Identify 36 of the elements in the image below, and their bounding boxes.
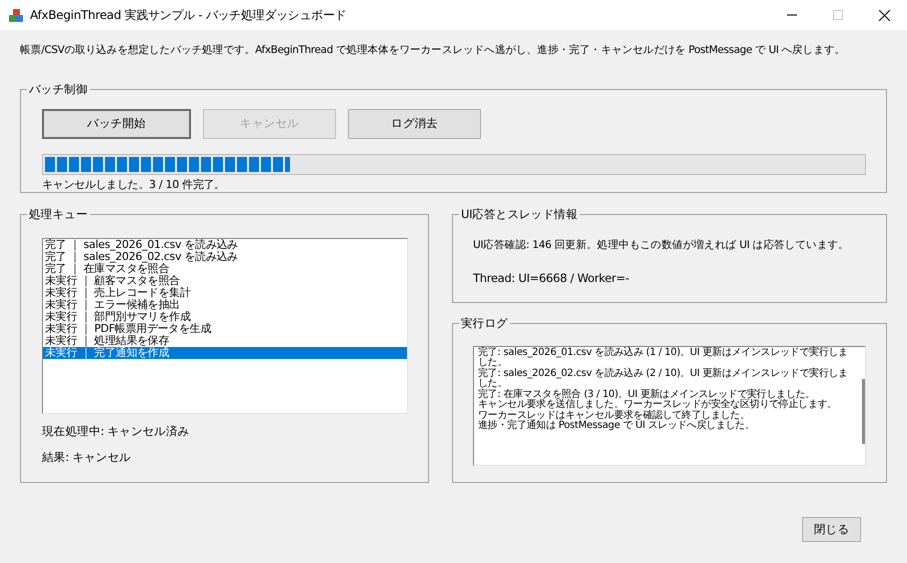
group-title: 実行ログ	[459, 316, 510, 330]
thread-text: Thread: UI=6668 / Worker=-	[473, 270, 630, 286]
close-icon	[878, 10, 890, 20]
result-label: 結果: キャンセル	[42, 449, 131, 466]
queue-item[interactable]: 未実行 ｜ 顧客マスタを照合	[43, 274, 407, 287]
log-textbox[interactable]	[473, 346, 866, 466]
queue-item[interactable]: 完了 ｜ 在庫マスタを照合	[43, 262, 407, 275]
queue-item[interactable]: 完了 ｜ sales_2026_01.csv を読み込み	[43, 238, 407, 251]
log-line: キャンセル要求を送信しました。ワーカースレッドが安全な区切りで停止します。	[478, 400, 838, 410]
description-text: 帳票/CSVの取り込みを想定したバッチ処理です。AfxBeginThread で処理本体をワーカースレッドへ逃がし、進捗・完了・キャンセルだけを PostMessage で UI へ戻します。	[20, 43, 846, 58]
log-line: ワーカースレッドはキャンセル要求を確認して終了しました。	[478, 410, 751, 421]
status-text: キャンセルしました。3 / 10 件完了。	[42, 176, 225, 193]
queue-item[interactable]: 未実行 ｜ 完了通知を作成	[43, 346, 407, 359]
scrollbar[interactable]	[862, 378, 865, 444]
group-title: 処理キュー	[27, 206, 90, 221]
action-button[interactable]: バッチ開始	[42, 108, 191, 139]
queue-item[interactable]: 未実行 ｜ 部門別サマリを作成	[43, 310, 407, 323]
group-title: バッチ制御	[27, 82, 90, 96]
queue-item[interactable]: 未実行 ｜ エラー候補を抽出	[43, 298, 407, 311]
queue-item[interactable]: 完了 ｜ sales_2026_02.csv を読み込み	[43, 250, 407, 263]
action-button[interactable]: ログ消去	[348, 108, 481, 139]
queue-item[interactable]: 未実行 ｜ PDF帳票用データを生成	[43, 322, 407, 335]
log-line: 進捗・完了通知は PostMessage で UI スレッドへ戻しました。	[478, 421, 756, 432]
window-title: AfxBeginThread 実践サンプル - バッチ処理ダッシュボード	[30, 7, 348, 24]
log-line: 完了: sales_2026_01.csv を読み込み (1 / 10)。UI 更新はメインスレッドで実行しました。	[478, 348, 848, 368]
log-line: 完了: sales_2026_02.csv を読み込み (2 / 10)。UI 更新はメインスレッドで実行しました。	[478, 368, 848, 390]
app-icon	[8, 8, 24, 24]
maximize-icon	[833, 10, 843, 20]
response-text: UI応答確認: 146 回更新。処理中もこの数値が増えれば UI は応答しています。	[473, 238, 849, 253]
log-line: 完了: 在庫マスタを照合 (3 / 10)。UI 更新はメインスレッドで実行しました。	[478, 390, 815, 400]
close-dialog-button[interactable]: 閉じる	[802, 517, 861, 542]
queue-item[interactable]: 未実行 ｜ 処理結果を保存	[43, 334, 407, 347]
queue-item[interactable]: 未実行 ｜ 売上レコードを集計	[43, 286, 407, 299]
queue-listbox[interactable]: 完了 ｜ sales_2026_01.csv を読み込み 完了 ｜ sales_2026_02.csv を読み込み 完了 ｜ 在庫マスタを照合 未実行 ｜ 顧客マスタを照合 未実行 ｜ 売上レコードを集計 未実行 ｜ エラー候補を抽出 未実行 ｜ 部門別サマリを作成 未実行 ｜ PDF帳票用データを生成 未実行 ｜ 処理結果を保存 未実行 ｜ 完了通知を作成	[42, 238, 408, 414]
current-label: 現在処理中: キャンセル済み	[42, 422, 190, 440]
group-title: UI応答とスレッド情報	[459, 206, 580, 221]
